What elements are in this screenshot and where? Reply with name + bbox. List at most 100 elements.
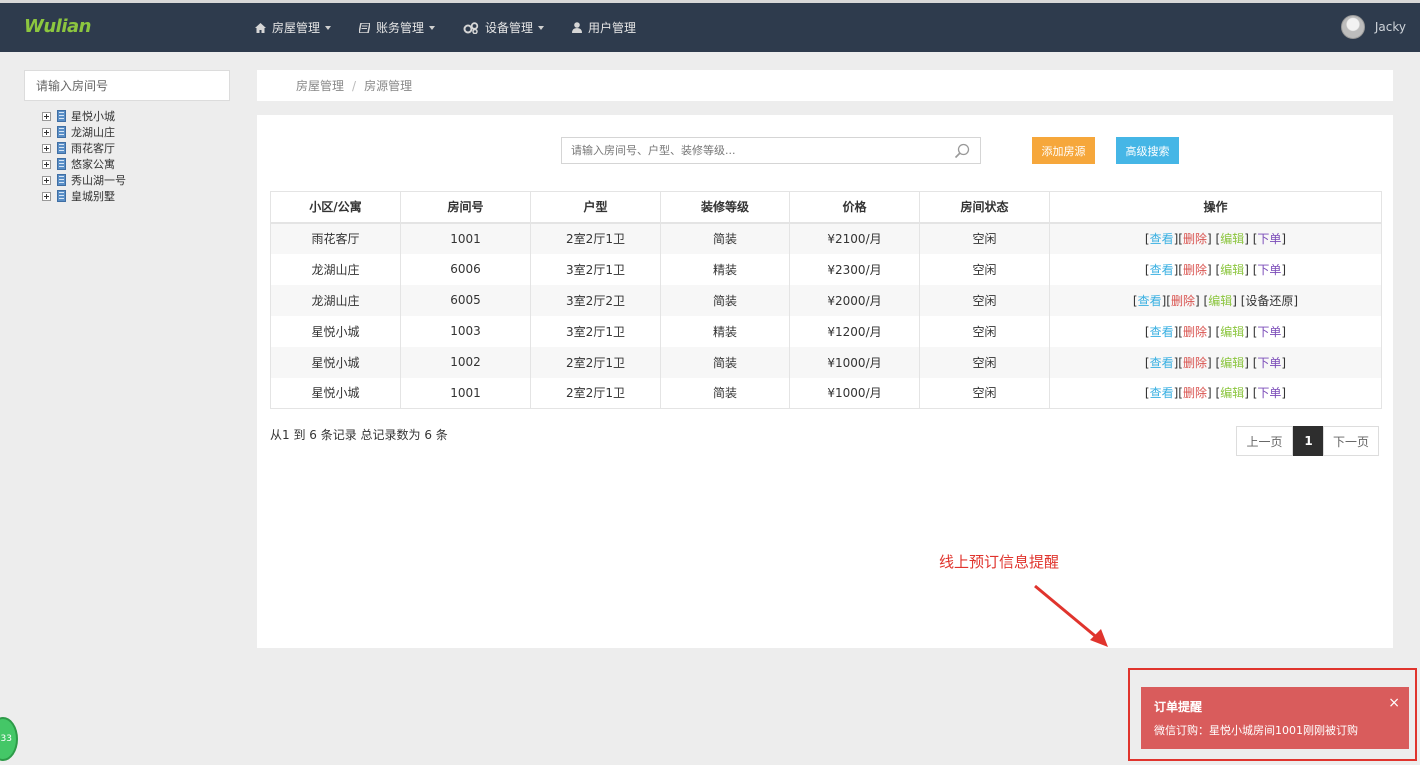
column-header[interactable]: 户型 — [530, 191, 661, 224]
delete-link[interactable]: 删除 — [1183, 325, 1207, 339]
tree-item-label: 雨花客厅 — [71, 142, 115, 155]
delete-link[interactable]: 删除 — [1183, 356, 1207, 370]
cell-community: 雨花客厅 — [270, 222, 401, 254]
cell-decor: 简装 — [660, 284, 790, 316]
main-panel: 添加房源 高级搜索 小区/公寓 房间号 户型 装修等级 价格 房间状态 操作 雨… — [257, 115, 1393, 648]
cell-price: ¥1000/月 — [789, 377, 920, 409]
order-link[interactable]: 下单 — [1257, 232, 1281, 246]
close-icon[interactable]: × — [1388, 695, 1400, 711]
breadcrumb-parent[interactable]: 房屋管理 — [296, 77, 344, 94]
nav-finance-management[interactable]: 账务管理 — [359, 19, 436, 36]
next-page-button[interactable]: 下一页 — [1323, 426, 1379, 456]
breadcrumb-separator: / — [352, 78, 357, 93]
expand-icon[interactable] — [42, 111, 51, 121]
delete-link[interactable]: 删除 — [1183, 386, 1207, 400]
cell-price: ¥2100/月 — [789, 222, 920, 254]
table-row: 星悦小城 1002 2室2厅1卫 简装 ¥1000/月 空闲 [查看][删除] [编辑] [… — [270, 346, 1382, 378]
book-icon — [359, 22, 371, 33]
view-link[interactable]: 查看 — [1150, 263, 1174, 277]
cell-room: 1002 — [400, 346, 531, 378]
column-header[interactable]: 装修等级 — [660, 191, 790, 224]
listing-search-input[interactable] — [562, 138, 942, 163]
page-number-button[interactable]: 1 — [1293, 426, 1324, 456]
nav-label: 用户管理 — [588, 21, 637, 35]
column-header[interactable]: 房间号 — [400, 191, 531, 224]
column-header[interactable]: 房间状态 — [919, 191, 1050, 224]
app-logo[interactable]: Wulian — [24, 16, 91, 37]
cell-decor: 精装 — [660, 315, 790, 347]
notification-message: 微信订购：星悦小城房间1001刚刚被订购 — [1154, 724, 1358, 737]
room-search-input[interactable] — [24, 70, 230, 101]
tree-item[interactable]: 皇城别墅 — [42, 188, 126, 204]
delete-link[interactable]: 删除 — [1171, 294, 1195, 308]
view-link[interactable]: 查看 — [1150, 232, 1174, 246]
edit-link[interactable]: 编辑 — [1220, 263, 1244, 277]
nav-house-management[interactable]: 房屋管理 — [255, 19, 332, 36]
order-notification[interactable]: 订单提醒 微信订购：星悦小城房间1001刚刚被订购 × — [1141, 687, 1409, 749]
user-icon — [572, 22, 583, 33]
nav-user-management[interactable]: 用户管理 — [572, 19, 636, 36]
order-link[interactable]: 下单 — [1257, 386, 1281, 400]
expand-icon[interactable] — [42, 191, 51, 201]
cell-actions: [查看][删除] [编辑] [下单] — [1049, 253, 1382, 285]
order-link[interactable]: 下单 — [1257, 325, 1281, 339]
device-restore-link[interactable]: 设备还原 — [1245, 294, 1293, 308]
edit-link[interactable]: 编辑 — [1220, 232, 1244, 246]
delete-link[interactable]: 删除 — [1183, 263, 1207, 277]
cell-layout: 2室2厅1卫 — [530, 346, 661, 378]
cell-actions: [查看][删除] [编辑] [下单] — [1049, 377, 1382, 409]
tree-item[interactable]: 龙湖山庄 — [42, 124, 126, 140]
cell-layout: 3室2厅2卫 — [530, 284, 661, 316]
cell-community: 星悦小城 — [270, 346, 401, 378]
column-header[interactable]: 价格 — [789, 191, 920, 224]
tree-item[interactable]: 悠家公寓 — [42, 156, 126, 172]
tree-item[interactable]: 秀山湖一号 — [42, 172, 126, 188]
cell-decor: 简装 — [660, 377, 790, 409]
view-link[interactable]: 查看 — [1138, 294, 1162, 308]
order-link[interactable]: 下单 — [1257, 356, 1281, 370]
expand-icon[interactable] — [42, 143, 51, 153]
add-listing-button[interactable]: 添加房源 — [1032, 137, 1095, 164]
cell-status: 空闲 — [919, 253, 1050, 285]
order-link[interactable]: 下单 — [1257, 263, 1281, 277]
cell-community: 星悦小城 — [270, 315, 401, 347]
cell-status: 空闲 — [919, 315, 1050, 347]
cell-community: 龙湖山庄 — [270, 253, 401, 285]
user-menu[interactable]: Jacky — [1340, 15, 1406, 39]
tree-item[interactable]: 星悦小城 — [42, 108, 126, 124]
listings-table: 小区/公寓 房间号 户型 装修等级 价格 房间状态 操作 雨花客厅 1001 2室2… — [270, 191, 1382, 409]
cogs-icon — [463, 21, 479, 34]
tree-item[interactable]: 雨花客厅 — [42, 140, 126, 156]
cell-room: 6006 — [400, 253, 531, 285]
cell-layout: 2室2厅1卫 — [530, 377, 661, 409]
search-icon[interactable] — [954, 143, 970, 159]
delete-link[interactable]: 删除 — [1183, 232, 1207, 246]
view-link[interactable]: 查看 — [1150, 386, 1174, 400]
view-link[interactable]: 查看 — [1150, 356, 1174, 370]
home-icon — [255, 22, 266, 33]
cell-layout: 3室2厅1卫 — [530, 315, 661, 347]
building-icon — [57, 110, 66, 122]
edit-link[interactable]: 编辑 — [1220, 386, 1244, 400]
cell-layout: 2室2厅1卫 — [530, 222, 661, 254]
expand-icon[interactable] — [42, 175, 51, 185]
edit-link[interactable]: 编辑 — [1220, 325, 1244, 339]
cell-room: 1001 — [400, 222, 531, 254]
advanced-search-button[interactable]: 高级搜索 — [1116, 137, 1179, 164]
cell-price: ¥2300/月 — [789, 253, 920, 285]
edit-link[interactable]: 编辑 — [1208, 294, 1232, 308]
avatar — [1340, 15, 1365, 39]
column-header[interactable]: 小区/公寓 — [270, 191, 401, 224]
record-count: 从1 到 6 条记录 总记录数为 6 条 — [270, 428, 448, 442]
cell-status: 空闲 — [919, 377, 1050, 409]
building-icon — [57, 126, 66, 138]
table-header-row: 小区/公寓 房间号 户型 装修等级 价格 房间状态 操作 — [270, 191, 1382, 224]
expand-icon[interactable] — [42, 159, 51, 169]
prev-page-button[interactable]: 上一页 — [1236, 426, 1293, 456]
edit-link[interactable]: 编辑 — [1220, 356, 1244, 370]
tree-item-label: 秀山湖一号 — [71, 174, 126, 187]
floating-badge[interactable]: 33 — [0, 717, 18, 761]
view-link[interactable]: 查看 — [1150, 325, 1174, 339]
expand-icon[interactable] — [42, 127, 51, 137]
nav-device-management[interactable]: 设备管理 — [463, 19, 545, 36]
